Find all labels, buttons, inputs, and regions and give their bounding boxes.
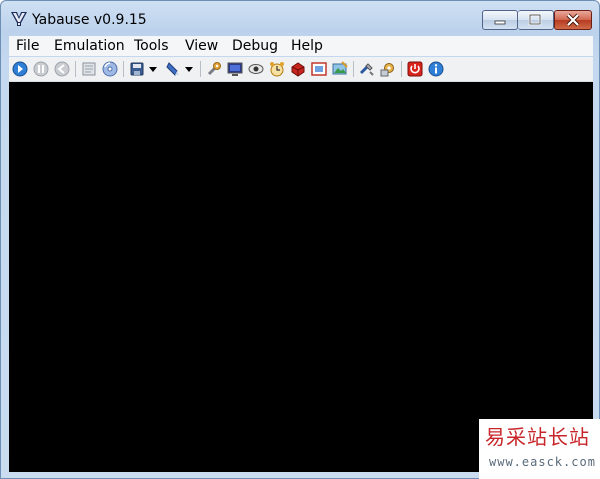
minimize-button[interactable] [482, 10, 518, 30]
watermark: 易采站长站 www.easck.com [479, 419, 600, 479]
close-button[interactable] [554, 10, 592, 30]
menu-view[interactable]: View [181, 37, 222, 55]
menu-tools[interactable]: Tools [130, 37, 173, 55]
toolbar-separator [200, 61, 201, 77]
debug-icon[interactable] [290, 61, 306, 77]
toolbar-separator [401, 61, 402, 77]
menu-emulation[interactable]: Emulation [50, 37, 129, 55]
main-window: Yabause v0.9.15 File Emulation Tools Vie… [0, 0, 600, 479]
screenshot-icon[interactable] [332, 61, 348, 77]
title-bar[interactable]: Yabause v0.9.15 [1, 1, 599, 35]
run-icon[interactable] [12, 61, 28, 77]
watermark-title: 易采站长站 [485, 425, 590, 449]
tools-icon[interactable] [359, 61, 375, 77]
save-state-dropdown-icon[interactable] [148, 61, 158, 77]
gear-icon[interactable] [380, 61, 396, 77]
toolbar [9, 57, 593, 82]
toolbar-separator [75, 61, 76, 77]
eye-icon[interactable] [248, 61, 264, 77]
load-state-icon[interactable] [165, 61, 181, 77]
menu-debug[interactable]: Debug [228, 37, 282, 55]
toolbar-separator [123, 61, 124, 77]
settings-icon[interactable] [206, 61, 222, 77]
open-cd-icon[interactable] [102, 61, 118, 77]
open-iso-icon[interactable] [81, 61, 97, 77]
load-state-dropdown-icon[interactable] [184, 61, 194, 77]
maximize-icon [528, 13, 542, 26]
window-title: Yabause v0.9.15 [32, 12, 147, 28]
menu-bar: File Emulation Tools View Debug Help [9, 36, 593, 56]
about-icon[interactable] [428, 61, 444, 77]
pause-icon[interactable] [33, 61, 49, 77]
quit-icon[interactable] [407, 61, 423, 77]
minimize-icon [494, 20, 506, 25]
reset-icon[interactable] [54, 61, 70, 77]
clock-icon[interactable] [269, 61, 285, 77]
maximize-button[interactable] [518, 10, 554, 30]
save-state-icon[interactable] [129, 61, 145, 77]
emulator-display[interactable] [9, 82, 593, 472]
toolbar-separator [353, 61, 354, 77]
watermark-url: www.easck.com [489, 455, 596, 469]
close-icon [566, 13, 580, 27]
fullscreen-icon[interactable] [311, 61, 327, 77]
yabause-logo-icon [11, 12, 27, 26]
menu-file[interactable]: File [12, 37, 43, 55]
menu-help[interactable]: Help [287, 37, 327, 55]
screen-icon[interactable] [227, 61, 243, 77]
